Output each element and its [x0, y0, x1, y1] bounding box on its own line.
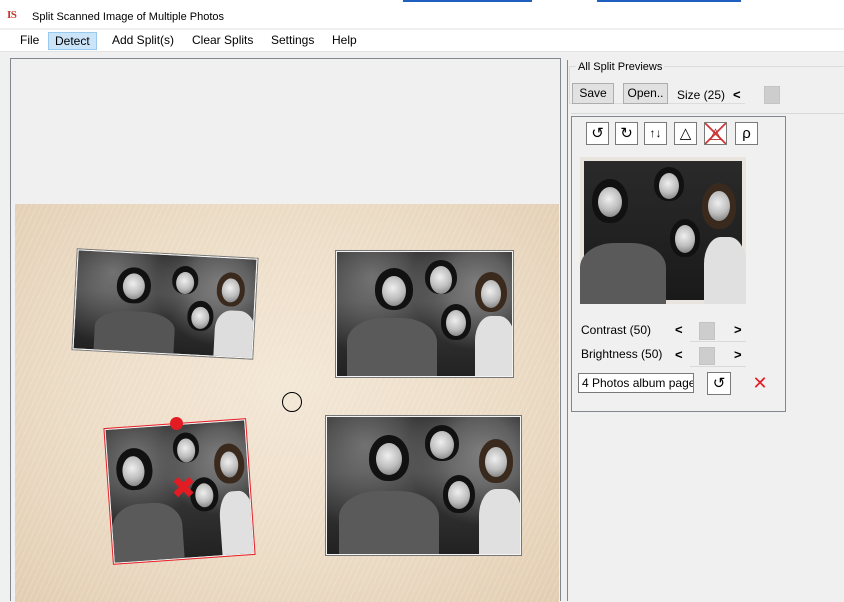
menu-detect[interactable]: Detect	[48, 32, 97, 50]
scan-canvas[interactable]: ✖	[10, 58, 561, 602]
menu-file[interactable]: File	[14, 32, 45, 50]
undo-icon[interactable]: ↺	[707, 372, 731, 395]
split-preview-image	[580, 157, 746, 304]
contrast-left-arrow[interactable]: <	[675, 322, 683, 337]
detected-photo[interactable]	[326, 416, 521, 555]
window-title: Split Scanned Image of Multiple Photos	[32, 11, 225, 23]
app-icon: IS	[7, 9, 17, 21]
divider	[571, 113, 844, 114]
cursor-ring	[282, 392, 302, 412]
scanned-album-page[interactable]: ✖	[15, 204, 559, 602]
menu-add-splits[interactable]: Add Split(s)	[106, 32, 180, 50]
brightness-slider-thumb[interactable]	[699, 347, 715, 365]
contrast-slider-track	[690, 341, 746, 342]
open-button[interactable]: Open..	[623, 83, 668, 104]
contrast-right-arrow[interactable]: >	[734, 322, 742, 337]
contrast-slider-thumb[interactable]	[699, 322, 715, 340]
size-slider-thumb[interactable]	[764, 86, 780, 104]
triangle-icon[interactable]: △	[674, 122, 697, 145]
delete-split-icon[interactable]: ✖	[171, 474, 196, 504]
menu-clear-splits[interactable]: Clear Splits	[186, 32, 259, 50]
detected-photo[interactable]	[336, 251, 513, 377]
link-underline	[597, 0, 741, 2]
link-underline	[403, 0, 532, 2]
brightness-right-arrow[interactable]: >	[734, 347, 742, 362]
brightness-label: Brightness (50)	[581, 347, 663, 361]
brightness-slider-track	[690, 366, 746, 367]
brightness-left-arrow[interactable]: <	[675, 347, 683, 362]
rotate-right-icon[interactable]: ↻	[615, 122, 638, 145]
split-filename-input[interactable]: 4 Photos album page b	[578, 373, 694, 393]
rotate-handle[interactable]	[170, 417, 183, 430]
save-button[interactable]: Save	[572, 83, 614, 104]
menu-bar: File Detect Add Split(s) Clear Splits Se…	[0, 30, 844, 52]
title-bar: IS Split Scanned Image of Multiple Photo…	[0, 0, 844, 28]
size-slider-track[interactable]	[745, 86, 844, 104]
size-label: Size (25)	[677, 88, 726, 102]
menu-settings[interactable]: Settings	[265, 32, 320, 50]
no-triangle-icon[interactable]: △	[704, 122, 727, 145]
detected-photo[interactable]	[72, 249, 258, 359]
menu-help[interactable]: Help	[326, 32, 363, 50]
zoom-icon[interactable]: ρ	[735, 122, 758, 145]
previews-group-title: All Split Previews	[576, 61, 665, 73]
contrast-label: Contrast (50)	[581, 323, 652, 337]
flip-vertical-icon[interactable]: ↑↓	[644, 122, 667, 145]
size-slider-left-arrow[interactable]: <	[733, 87, 741, 102]
delete-icon[interactable]: ✕	[748, 372, 772, 395]
rotate-left-icon[interactable]: ↺	[586, 122, 609, 145]
